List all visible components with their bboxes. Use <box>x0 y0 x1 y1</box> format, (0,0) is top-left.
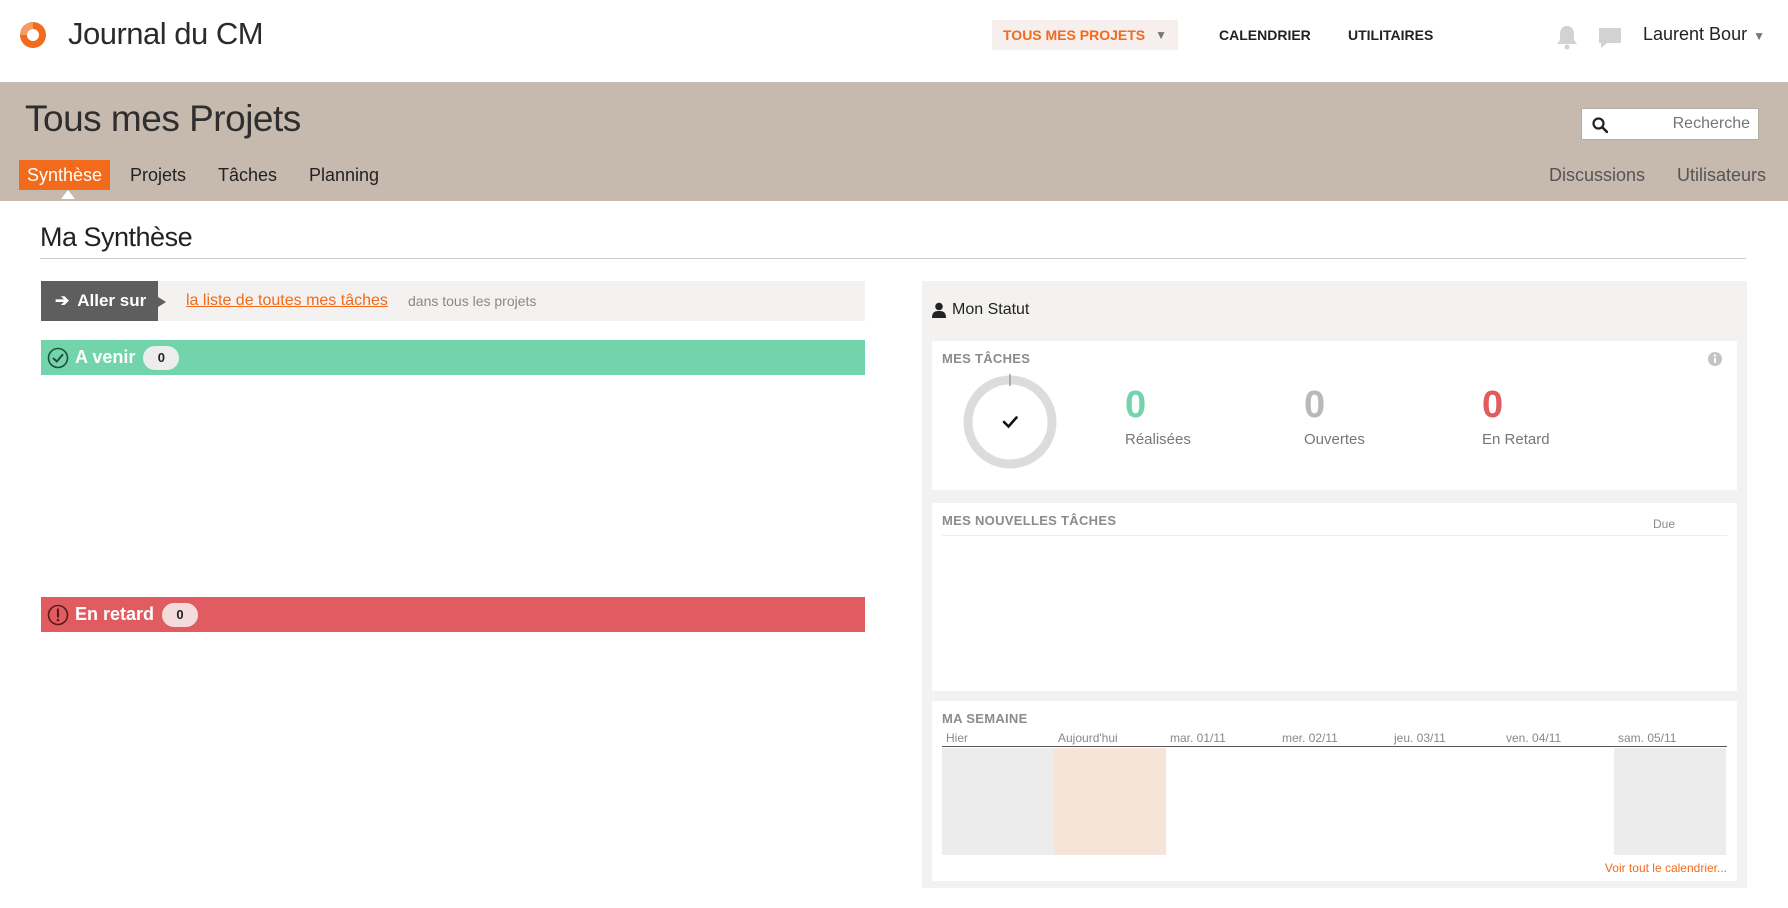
day-header: Aujourd'hui <box>1058 731 1118 745</box>
my-tasks-title: MES TÂCHES <box>942 351 1031 366</box>
tasks-donut-chart <box>963 374 1057 469</box>
tasks-done-value: 0 <box>1125 384 1147 426</box>
tab-discussions[interactable]: Discussions <box>1549 160 1645 190</box>
calendar-link[interactable]: CALENDRIER <box>1219 20 1311 50</box>
goto-button[interactable]: ➔ Aller sur <box>41 281 166 321</box>
utilities-link[interactable]: UTILITAIRES <box>1348 20 1433 50</box>
status-panel: Mon Statut MES TÂCHES 0 Réalisées 0 Ouve… <box>922 281 1747 888</box>
goto-button-label: Aller sur <box>77 291 147 310</box>
panel-title-text: Mon Statut <box>952 301 1030 318</box>
tasks-late-label: En Retard <box>1482 431 1550 448</box>
user-menu[interactable]: Laurent Bour ▼ <box>1643 24 1765 45</box>
goto-bar: ➔ Aller sur la liste de toutes mes tâche… <box>41 281 865 321</box>
alert-circle-icon <box>47 604 69 625</box>
caret-down-icon: ▼ <box>1753 29 1765 43</box>
page-header: Tous mes Projets Synthèse Projets Tâches… <box>0 82 1788 201</box>
late-count-badge: 0 <box>162 602 199 627</box>
day-cell[interactable] <box>1502 748 1614 855</box>
section-title: Ma Synthèse <box>40 222 193 252</box>
tasks-late-value: 0 <box>1482 384 1504 426</box>
tasks-open-value: 0 <box>1304 384 1326 426</box>
app-logo-icon[interactable] <box>18 20 48 50</box>
day-cell-yesterday[interactable] <box>942 748 1054 855</box>
arrow-right-icon: ➔ <box>55 291 70 310</box>
tasks-late-stat[interactable]: 0 En Retard <box>1482 385 1550 448</box>
day-cell[interactable] <box>1166 748 1278 855</box>
info-icon[interactable] <box>1707 351 1723 367</box>
tab-projets[interactable]: Projets <box>130 160 186 190</box>
upcoming-label: A venir <box>75 347 136 367</box>
all-projects-label: TOUS MES PROJETS <box>1003 27 1146 43</box>
goto-hint: dans tous les projets <box>408 293 537 309</box>
tasks-open-label: Ouvertes <box>1304 431 1365 448</box>
check-circle-icon <box>47 347 69 368</box>
section-divider <box>40 258 1746 259</box>
day-header: sam. 05/11 <box>1618 731 1677 745</box>
top-bar: Journal du CM TOUS MES PROJETS ▼ CALENDR… <box>0 0 1788 82</box>
week-calendar-grid <box>942 748 1727 855</box>
late-label: En retard <box>75 604 155 624</box>
day-header: Hier <box>946 731 969 745</box>
panel-title: Mon Statut <box>932 301 1029 319</box>
upcoming-count-badge: 0 <box>143 345 180 370</box>
search-input[interactable] <box>1616 109 1756 139</box>
bell-icon[interactable] <box>1555 24 1579 50</box>
tab-taches[interactable]: Tâches <box>218 160 277 190</box>
view-calendar-link[interactable]: Voir tout le calendrier... <box>1605 861 1727 875</box>
app-title[interactable]: Journal du CM <box>68 16 264 52</box>
tab-utilisateurs[interactable]: Utilisateurs <box>1677 160 1766 190</box>
day-cell[interactable] <box>1390 748 1502 855</box>
tasks-done-label: Réalisées <box>1125 431 1191 448</box>
due-column-header: Due <box>1652 517 1675 531</box>
user-icon <box>932 302 946 318</box>
day-header: mar. 01/11 <box>1170 731 1226 745</box>
user-name: Laurent Bour <box>1643 24 1748 44</box>
search-icon <box>1592 117 1608 133</box>
day-cell-today[interactable] <box>1054 748 1166 855</box>
late-tasks-header[interactable]: En retard 0 <box>41 597 865 632</box>
upcoming-tasks-header[interactable]: A venir 0 <box>41 340 865 375</box>
my-tasks-card: MES TÂCHES 0 Réalisées 0 Ouvertes 0 En R… <box>932 341 1737 490</box>
page-title: Tous mes Projets <box>25 98 301 139</box>
day-header: ven. 04/11 <box>1506 731 1562 745</box>
search-box[interactable] <box>1581 108 1759 140</box>
all-projects-menu[interactable]: TOUS MES PROJETS ▼ <box>992 20 1178 50</box>
day-cell[interactable] <box>1278 748 1390 855</box>
day-cell-weekend[interactable] <box>1614 748 1726 855</box>
chat-icon[interactable] <box>1597 26 1623 50</box>
tab-planning[interactable]: Planning <box>309 160 379 190</box>
my-week-title: MA SEMAINE <box>942 711 1028 726</box>
tasks-done-stat[interactable]: 0 Réalisées <box>1125 385 1191 448</box>
day-header: jeu. 03/11 <box>1394 731 1446 745</box>
week-day-headers: Hier Aujourd'hui mar. 01/11 mer. 02/11 j… <box>942 731 1727 747</box>
day-header: mer. 02/11 <box>1282 731 1338 745</box>
tab-synthese[interactable]: Synthèse <box>19 160 111 199</box>
caret-down-icon: ▼ <box>1155 28 1167 42</box>
my-week-card: MA SEMAINE Hier Aujourd'hui mar. 01/11 m… <box>932 701 1737 881</box>
all-tasks-link[interactable]: la liste de toutes mes tâches <box>186 292 388 310</box>
new-tasks-divider <box>942 535 1727 536</box>
tasks-open-stat[interactable]: 0 Ouvertes <box>1304 385 1365 448</box>
new-tasks-card: MES NOUVELLES TÂCHES Due <box>932 503 1737 691</box>
new-tasks-title: MES NOUVELLES TÂCHES <box>942 513 1117 528</box>
